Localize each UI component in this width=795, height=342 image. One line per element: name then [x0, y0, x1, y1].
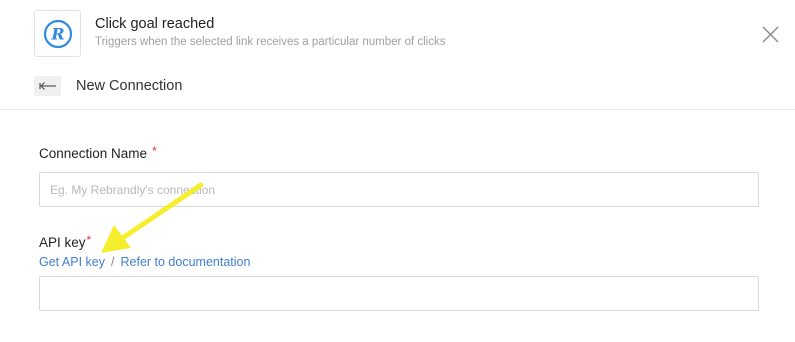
close-button[interactable]: [758, 22, 782, 46]
rebrandly-r-logo-icon: R: [43, 19, 72, 48]
required-marker: *: [86, 233, 92, 247]
api-key-label-text: API key: [39, 235, 86, 250]
api-key-input[interactable]: [39, 276, 759, 311]
api-key-label: API key*: [39, 233, 92, 250]
connection-name-input[interactable]: [39, 172, 759, 207]
close-icon[interactable]: [758, 22, 782, 46]
connection-name-label-text: Connection Name: [39, 146, 148, 161]
app-logo: R: [34, 10, 81, 57]
back-button[interactable]: [34, 76, 61, 96]
trigger-title: Click goal reached: [95, 16, 215, 32]
new-connection-title: New Connection: [76, 78, 183, 94]
link-separator: /: [111, 255, 115, 269]
back-arrow-icon[interactable]: [38, 81, 57, 91]
get-api-key-link[interactable]: Get API key: [39, 255, 105, 269]
documentation-link[interactable]: Refer to documentation: [121, 255, 251, 269]
svg-text:R: R: [50, 24, 64, 43]
connection-name-label: Connection Name *: [39, 144, 157, 161]
trigger-description: Triggers when the selected link receives…: [95, 36, 446, 48]
trigger-header: R Click goal reached Triggers when the s…: [0, 0, 795, 110]
required-marker: *: [152, 144, 157, 158]
api-key-help-links: Get API key / Refer to documentation: [39, 255, 250, 269]
